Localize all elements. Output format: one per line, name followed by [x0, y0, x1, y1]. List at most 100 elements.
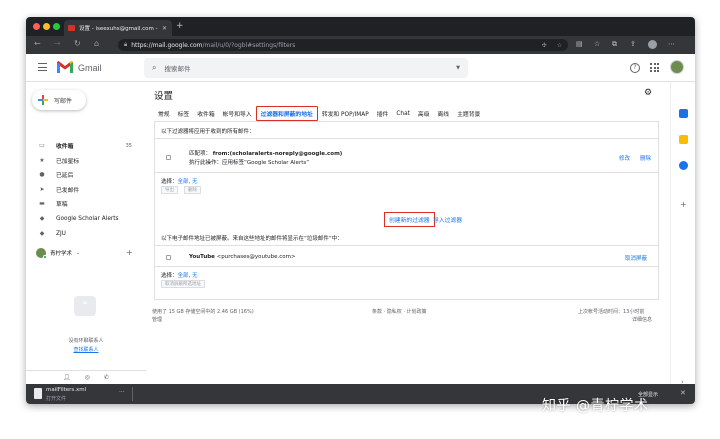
delete-filters-button[interactable]: 删除	[184, 186, 201, 194]
tab-inbox[interactable]: 收件箱	[193, 109, 218, 118]
download-filename[interactable]: mailFilters.xml	[46, 387, 86, 393]
tab-accounts[interactable]: 帐号和导入	[219, 109, 256, 118]
calendar-icon[interactable]	[679, 109, 688, 118]
tab-general[interactable]: 常规	[154, 109, 174, 118]
download-open-link[interactable]: 打开文件	[46, 395, 66, 402]
gear-icon[interactable]: ⚙	[644, 88, 652, 98]
add-addon-icon[interactable]: +	[680, 200, 687, 209]
sidebar-item-snoozed[interactable]: ● 已延后	[26, 168, 140, 181]
account-avatar[interactable]	[670, 60, 684, 74]
main-menu-icon[interactable]	[38, 63, 47, 71]
sidebar-item-zju[interactable]: ◆ ZJU	[26, 227, 140, 240]
gmail-favicon-icon	[68, 25, 75, 31]
share-icon[interactable]: ⇪	[630, 40, 636, 48]
search-options-chevron-icon[interactable]: ▼	[456, 65, 460, 71]
tab-close-icon[interactable]: ✕	[162, 25, 167, 32]
divider	[155, 138, 658, 139]
apps-grid-icon[interactable]	[650, 63, 659, 72]
select-all-link[interactable]: 全部	[178, 179, 189, 185]
person-icon[interactable]: 👤︎	[63, 374, 71, 381]
filter-delete-link[interactable]: 删除	[640, 154, 651, 162]
filter-match-label: 匹配项：	[189, 151, 212, 157]
select-label: 选择：	[161, 273, 178, 279]
details-link[interactable]: 详细信息	[632, 316, 652, 323]
select-none-link[interactable]: 无	[192, 179, 198, 185]
hangouts-bottom-bar: 👤︎ ◎ ✆	[26, 370, 146, 384]
url-path: /mail/u/0/?ogbl#settings/filters	[202, 41, 296, 49]
filter-edit-link[interactable]: 修改	[619, 154, 630, 162]
policy-links[interactable]: 条款 · 隐私权 · 计划政策	[372, 308, 427, 315]
unblock-link[interactable]: 取消屏蔽	[625, 254, 647, 262]
sidebar-item-sent[interactable]: ➤ 已发邮件	[26, 183, 140, 196]
storage-usage: 使用了 15 GB 存储空间中的 2.46 GB (16%)	[152, 309, 254, 315]
url-field[interactable]: 🔒︎ https://mail.google.com/mail/u/0/?ogb…	[118, 39, 568, 51]
blocked-checkbox[interactable]	[166, 255, 171, 260]
hangouts-username: 青柠学术	[50, 251, 73, 257]
browser-menu-icon[interactable]: ⋯	[668, 40, 675, 48]
filter-select-row: 选择：全部, 无	[161, 179, 198, 185]
phone-icon[interactable]: ✆	[104, 374, 109, 381]
blocked-name: YouTube	[189, 254, 215, 260]
tab-chat[interactable]: Chat	[392, 111, 414, 117]
compose-button[interactable]: 写邮件	[32, 90, 86, 110]
compose-label: 写邮件	[54, 97, 73, 105]
help-icon[interactable]: ?	[630, 63, 640, 73]
home-icon[interactable]: ⌂	[94, 39, 99, 48]
favorites-icon[interactable]: ☆	[594, 40, 600, 48]
blocked-email: <purchases@youtube.com>	[216, 254, 296, 260]
gmail-logo-icon[interactable]	[56, 60, 74, 74]
tab-themes[interactable]: 主题背景	[453, 109, 484, 118]
back-icon[interactable]: ←	[34, 39, 41, 48]
select-all-link[interactable]: 全部	[178, 273, 189, 279]
bookmark-star-icon[interactable]: ☆	[557, 42, 562, 49]
import-filter-link[interactable]: 导入过滤器	[433, 215, 462, 224]
gmail-wordmark: Gmail	[78, 63, 102, 73]
collections-icon[interactable]: ⧉	[612, 40, 617, 49]
star-icon: ★	[39, 157, 45, 164]
filters-panel: 以下过滤器将应用于收到的所有邮件： 匹配项： from:(scholaraler…	[154, 122, 659, 300]
search-input[interactable]: ⌕ 搜索邮件 ▼	[144, 58, 468, 78]
tab-forwarding[interactable]: 转发和 POP/IMAP	[318, 109, 373, 118]
reload-icon[interactable]: ↻	[74, 39, 81, 48]
filter-checkbox[interactable]	[166, 155, 171, 160]
tab-offline[interactable]: 离线	[434, 109, 454, 118]
find-contacts-link[interactable]: 查找联系人	[26, 346, 146, 353]
download-more-icon[interactable]: ···	[119, 389, 125, 396]
inbox-icon: ▭	[39, 142, 45, 149]
tab-filters[interactable]: 过滤器和屏蔽的地址	[255, 106, 318, 121]
export-button[interactable]: 导出	[161, 186, 178, 194]
chevron-down-icon[interactable]: ⌄	[76, 250, 80, 256]
tab-addons[interactable]: 插件	[373, 109, 393, 118]
browser-tab[interactable]: 设置 - iseexuhs@gmail.com - ✕	[64, 20, 172, 36]
blocked-select-row: 选择：全部, 无	[161, 273, 198, 279]
browser-window: 设置 - iseexuhs@gmail.com - ✕ + ← → ↻ ⌂ 🔒︎…	[26, 17, 695, 404]
profile-icon[interactable]	[648, 40, 657, 49]
create-filter-link[interactable]: 创建新的过滤器	[384, 212, 435, 227]
keep-icon[interactable]	[679, 135, 688, 144]
tab-bar: 设置 - iseexuhs@gmail.com - ✕ +	[26, 17, 695, 36]
manage-storage-link[interactable]: 管理	[152, 316, 162, 323]
maximize-window-button[interactable]	[53, 23, 60, 30]
search-icon[interactable]: ⌕	[152, 63, 156, 73]
tab-advanced[interactable]: 高级	[414, 109, 434, 118]
select-none-link[interactable]: 无	[192, 273, 198, 279]
sidebar-item-drafts[interactable]: ▬ 草稿	[26, 197, 140, 210]
forward-icon[interactable]: →	[54, 39, 61, 48]
settings-main: 设置 ⚙ 常规 标签 收件箱 帐号和导入 过滤器和屏蔽的地址 转发和 POP/I…	[146, 82, 670, 384]
sidebar-item-label: 收件箱	[56, 144, 74, 150]
close-window-button[interactable]	[33, 23, 40, 30]
close-download-bar-icon[interactable]: ✕	[680, 389, 686, 397]
hangouts-user[interactable]: 青柠学术 ⌄	[36, 248, 80, 259]
minimize-window-button[interactable]	[43, 23, 50, 30]
sidebar-item-starred[interactable]: ★ 已加星标	[26, 154, 140, 167]
reading-icon[interactable]: ▤	[576, 40, 583, 48]
extension-icon[interactable]: ✣	[542, 42, 547, 49]
tasks-icon[interactable]	[679, 161, 688, 170]
sidebar-item-inbox[interactable]: ▭ 收件箱 35	[26, 139, 140, 152]
add-contact-icon[interactable]: +	[126, 248, 133, 257]
unblock-selected-button[interactable]: 取消屏蔽所选地址	[161, 280, 205, 288]
chat-icon[interactable]: ◎	[85, 374, 90, 381]
tab-labels[interactable]: 标签	[174, 109, 194, 118]
new-tab-icon[interactable]: +	[176, 21, 184, 31]
sidebar-item-scholar-alerts[interactable]: ◆ Google Scholar Alerts	[26, 212, 140, 225]
